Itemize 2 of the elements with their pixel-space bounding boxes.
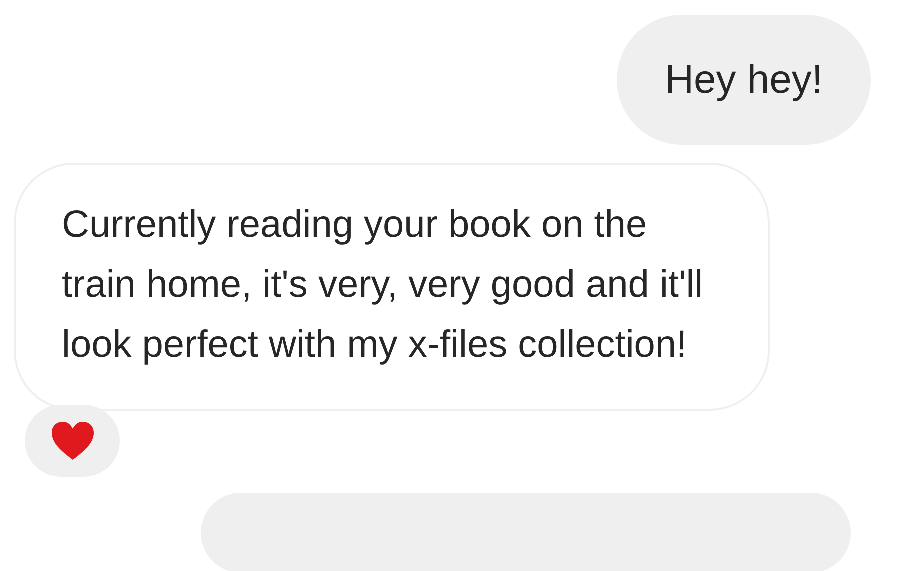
received-message: Currently reading your book on the train home, it's very, very good and it'll look perfect with my x-files collection! xyxy=(14,163,770,411)
sent-message: Hey hey! xyxy=(617,15,871,145)
